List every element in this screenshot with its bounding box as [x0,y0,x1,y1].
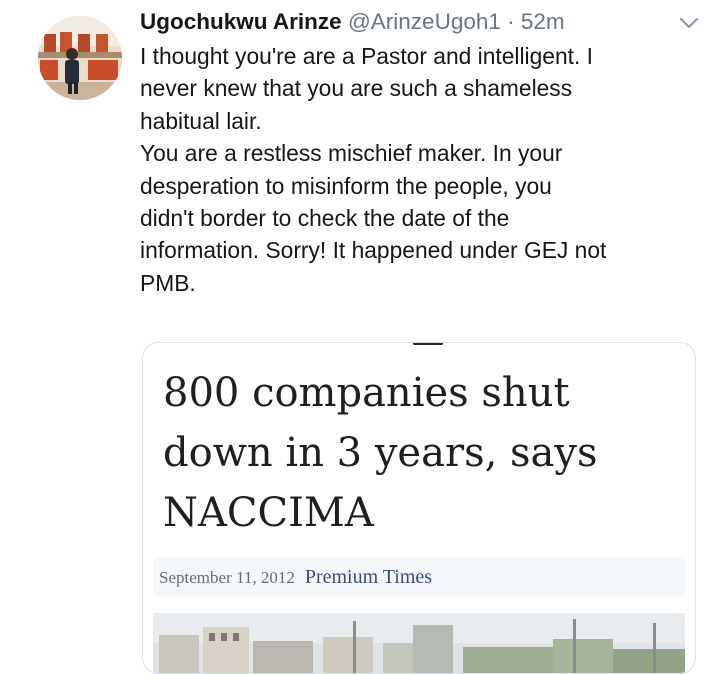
tweet-text-line: habitual lair. [140,107,262,134]
headline-line: NACCIMA [163,490,374,536]
article-source-link[interactable]: Premium Times [305,566,432,588]
tweet-text-line: PMB. [140,269,196,296]
headline-line: down in 3 years, says [163,430,598,476]
article-date: September 11, 2012 [159,568,295,587]
attached-image-card[interactable]: 800 companies shut down in 3 years, says… [142,342,696,674]
separator-dot: · [507,9,515,34]
tweet-text-line: I thought you're are a Pastor and intell… [140,43,593,69]
article-photo [153,613,685,673]
article-headline: 800 companies shut down in 3 years, says… [163,363,683,543]
avatar[interactable] [38,16,122,100]
tweet-text-line: didn't border to check the date of the [140,205,510,232]
tweet-text-line: never knew that you are such a shameless [140,75,573,102]
tweet-text-line: desperation to misinform the people, you [140,172,552,199]
tweet-text-line: information. Sorry! It happened under GE… [140,237,607,264]
avatar-photo [38,16,122,100]
tweet: Ugochukwu Arinze @ArinzeUgoh1 · 52m I th… [0,0,720,674]
chevron-down-icon[interactable] [678,16,700,30]
author-name[interactable]: Ugochukwu Arinze [140,9,342,34]
tweet-text-line: You are a restless mischief maker. In yo… [140,140,563,167]
timestamp[interactable]: 52m [521,9,565,34]
tweet-header: Ugochukwu Arinze @ArinzeUgoh1 · 52m [140,6,700,38]
author-handle[interactable]: @ArinzeUgoh1 [348,9,501,34]
tweet-text: I thought you're are a Pastor and intell… [140,40,710,299]
headline-line: 800 companies shut [163,370,570,416]
article-meta: September 11, 2012 Premium Times [153,557,685,597]
article-photo-image [153,613,685,673]
card-notch [413,343,443,345]
